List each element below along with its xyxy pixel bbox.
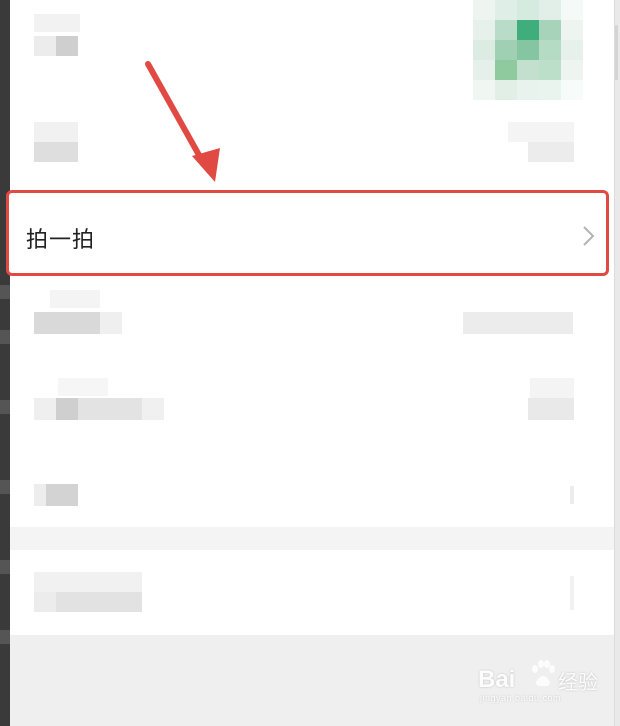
paw-icon	[532, 660, 555, 687]
blurred-label	[100, 312, 122, 334]
blurred-label	[142, 398, 164, 420]
blurred-value	[530, 378, 574, 398]
blurred-label	[50, 290, 100, 308]
pai-yi-pai-label: 拍一拍	[26, 227, 96, 252]
watermark-logo: Bai	[478, 666, 516, 693]
blurred-label	[58, 378, 108, 396]
edge-fragment	[0, 480, 10, 494]
blurred-value	[463, 312, 573, 334]
blurred-label	[56, 36, 78, 56]
blurred-label	[34, 122, 78, 142]
blurred-value	[508, 122, 574, 142]
profile-row[interactable]	[10, 0, 614, 100]
blurred-label	[34, 398, 56, 420]
blurred-row[interactable]	[10, 366, 614, 452]
blurred-value	[528, 142, 574, 162]
watermark: Bai 经验 jingyan.baidu.com	[478, 660, 618, 703]
edge-fragment	[0, 560, 10, 574]
blurred-label	[56, 592, 142, 612]
blurred-label	[34, 142, 78, 162]
edge-fragment	[0, 400, 10, 414]
section-gap	[10, 527, 614, 550]
blurred-label	[34, 592, 56, 612]
blurred-label	[34, 14, 80, 32]
blurred-label	[56, 398, 78, 420]
settings-group	[10, 550, 614, 635]
edge-fragment	[0, 330, 10, 344]
blurred-label	[34, 572, 142, 592]
blurred-row[interactable]	[10, 280, 614, 366]
chevron-right-icon	[583, 226, 595, 246]
blurred-label	[34, 312, 100, 334]
blurred-value	[528, 398, 574, 420]
blurred-label	[34, 36, 56, 56]
blurred-row[interactable]	[10, 100, 614, 188]
blurred-avatar	[473, 0, 583, 100]
watermark-url: jingyan.baidu.com	[480, 693, 562, 703]
edge-fragment	[0, 630, 10, 644]
right-window-edge	[614, 0, 620, 726]
watermark-text: 经验	[558, 672, 598, 694]
arrow-down-right-icon	[145, 61, 220, 182]
left-window-edge	[0, 0, 10, 726]
edge-fragment	[0, 285, 10, 299]
pai-yi-pai-row-highlight[interactable]	[6, 190, 609, 276]
blurred-label	[78, 398, 142, 420]
blurred-value	[570, 576, 574, 610]
blurred-label	[46, 484, 78, 506]
blurred-value	[570, 486, 574, 504]
scrollbar[interactable]	[615, 25, 618, 80]
blurred-row[interactable]	[10, 452, 614, 527]
blurred-row[interactable]	[10, 550, 614, 635]
